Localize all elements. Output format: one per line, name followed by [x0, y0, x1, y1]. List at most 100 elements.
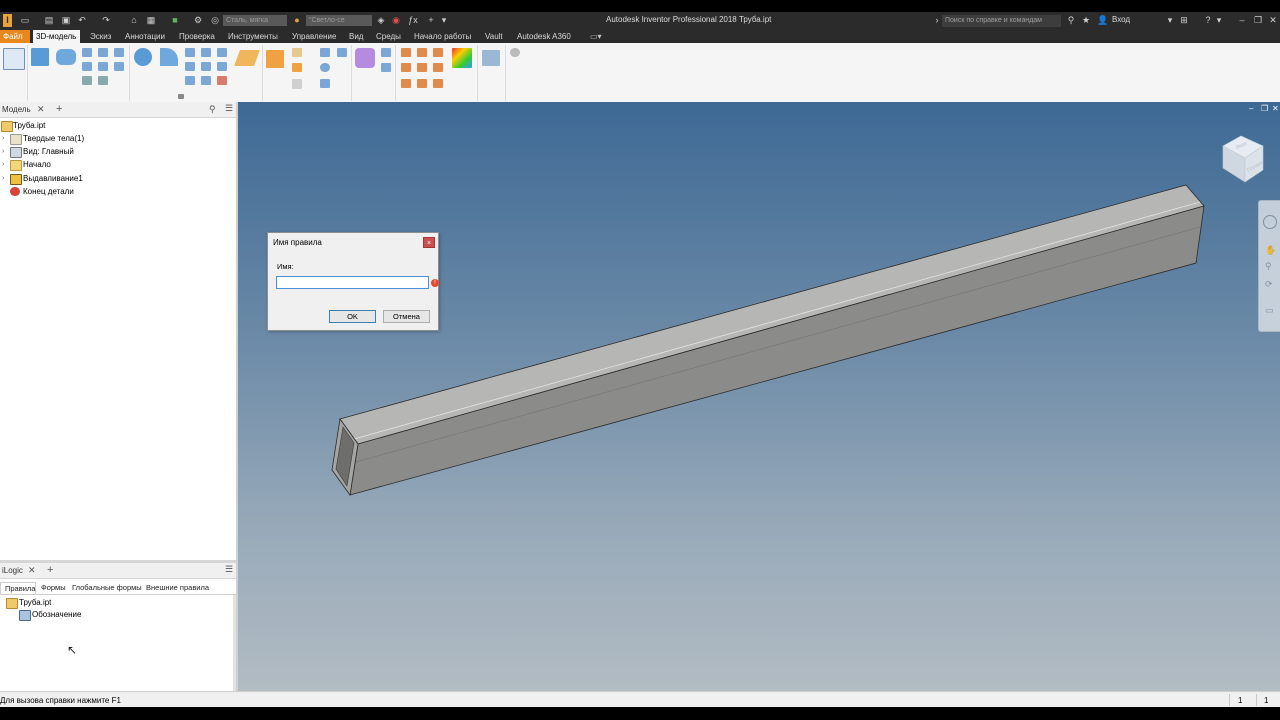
tab-view[interactable]: Вид [349, 31, 363, 42]
rule-name-input[interactable] [276, 276, 429, 289]
tree-item-end-of-part[interactable]: Конец детали [0, 185, 236, 198]
expand-icon[interactable]: › [2, 145, 4, 158]
tree-item-origin[interactable]: › Начало [0, 158, 236, 171]
ucs-icon[interactable] [292, 79, 302, 89]
clear-override-icon[interactable]: ◈ [376, 16, 386, 25]
undo-icon[interactable]: ↶ [77, 16, 87, 25]
expand-search-icon[interactable]: › [932, 16, 942, 25]
customize-icon[interactable]: ▾ [439, 16, 449, 25]
help-search-input[interactable]: Поиск по справке и командам [942, 15, 1061, 27]
tab-environments[interactable]: Среды [376, 31, 401, 42]
sign-in-link[interactable]: Вход [1112, 15, 1130, 24]
rib-icon[interactable] [114, 62, 124, 71]
sign-in-dropdown-icon[interactable]: ▾ [1165, 16, 1175, 25]
orbit-icon[interactable]: ⟳ [1265, 279, 1273, 290]
plastic-snap-icon[interactable] [401, 63, 411, 72]
adjust-icon[interactable]: ◉ [391, 16, 401, 25]
sketch-pattern-icon[interactable] [320, 79, 330, 88]
tree-item-extrusion[interactable]: › Выдавливание1 [0, 172, 236, 185]
viewport-minimize-icon[interactable]: – [1249, 104, 1253, 113]
appearance-combo[interactable]: "Светло-се [306, 15, 372, 26]
subtab-global-forms[interactable]: Глобальные формы [72, 582, 142, 594]
tab-a360[interactable]: Autodesk A360 [517, 31, 571, 42]
shell-icon[interactable] [201, 48, 211, 57]
tab-inspect[interactable]: Проверка [179, 31, 215, 42]
import-icon[interactable] [98, 76, 108, 85]
fillet-icon[interactable] [160, 48, 178, 66]
home-icon[interactable]: ⌂ [129, 16, 139, 25]
open-file-icon[interactable]: ▤ [44, 16, 54, 25]
tab-annotate[interactable]: Аннотации [125, 31, 165, 42]
tree-item-solid-bodies[interactable]: › Твердые тела(1) [0, 132, 236, 145]
add-ilogic-tab-icon[interactable]: + [47, 564, 53, 576]
look-at-icon[interactable]: ▭ [1265, 305, 1274, 316]
extrude-icon[interactable] [31, 48, 49, 66]
emboss-icon[interactable] [82, 62, 92, 71]
chamfer-icon[interactable] [185, 48, 195, 57]
tab-get-started[interactable]: Начало работы [414, 31, 471, 42]
tab-3d-model[interactable]: 3D-модель [33, 30, 80, 43]
axis-icon[interactable] [292, 48, 302, 57]
restore-icon[interactable]: ❐ [1253, 16, 1263, 25]
subtab-external-rules[interactable]: Внешние правила [146, 582, 209, 594]
tree-item-part[interactable]: Труба.ipt [0, 119, 236, 132]
minimize-icon[interactable]: – [1237, 16, 1247, 25]
cart-icon[interactable]: ⊞ [1179, 16, 1189, 25]
add-icon[interactable]: + [426, 16, 436, 25]
expand-icon[interactable]: › [2, 132, 4, 145]
plane-icon[interactable] [266, 50, 284, 68]
ribbon-display-toggle-icon[interactable]: ▭▾ [590, 31, 606, 42]
rectangular-pattern-icon[interactable] [320, 48, 330, 57]
derive-icon[interactable] [98, 62, 108, 71]
draft-icon[interactable] [217, 48, 227, 57]
sweep-icon[interactable] [82, 48, 92, 57]
simulation-icon[interactable] [452, 48, 472, 68]
thread-icon[interactable] [185, 62, 195, 71]
material-combo[interactable]: Сталь, мягка [223, 15, 287, 26]
dialog-close-button[interactable]: × [423, 237, 435, 248]
tree-item-view[interactable]: › Вид: Главный [0, 145, 236, 158]
surface-stitch-icon[interactable] [381, 63, 391, 72]
update-icon[interactable]: ■ [170, 16, 180, 25]
redo-icon[interactable]: ↷ [101, 16, 111, 25]
mirror-icon[interactable] [337, 48, 347, 57]
tab-manage[interactable]: Управление [292, 31, 336, 42]
pan-icon[interactable]: ✋ [1265, 245, 1276, 256]
direct-edit-icon[interactable] [185, 76, 195, 85]
parameters-icon[interactable]: ƒx [408, 16, 418, 25]
new-file-icon[interactable]: ▭ [20, 16, 30, 25]
point-icon[interactable] [292, 63, 302, 72]
viewport-close-icon[interactable]: ✕ [1272, 104, 1279, 113]
loft-icon[interactable] [98, 48, 108, 57]
ilogic-tab-close-icon[interactable]: ✕ [28, 565, 36, 576]
measure-icon[interactable]: ◎ [210, 16, 220, 25]
steering-wheel-icon[interactable] [1263, 215, 1277, 229]
plastic-grill-icon[interactable] [401, 48, 411, 57]
freeform-box-icon[interactable] [355, 48, 375, 68]
user-icon[interactable]: 👤 [1097, 16, 1108, 25]
convert-sheet-metal-icon[interactable] [482, 50, 500, 66]
tab-sketch[interactable]: Эскиз [90, 31, 111, 42]
thicken-icon[interactable] [201, 76, 211, 85]
zoom-icon[interactable]: ⚲ [1265, 261, 1272, 272]
favorites-icon[interactable]: ★ [1081, 16, 1091, 25]
decal-icon[interactable] [82, 76, 92, 85]
surface-patch-icon[interactable] [381, 48, 391, 57]
app-logo[interactable]: I [3, 14, 12, 27]
close-icon[interactable]: ✕ [1268, 16, 1278, 25]
expand-icon[interactable]: › [2, 158, 4, 171]
browser-menu-icon[interactable]: ☰ [225, 103, 233, 114]
ilogic-tab[interactable]: iLogic [2, 566, 23, 575]
add-browser-tab-icon[interactable]: + [56, 103, 62, 115]
expand-icon[interactable]: › [2, 172, 4, 185]
ilogic-menu-icon[interactable]: ☰ [225, 564, 233, 575]
split-icon[interactable] [201, 62, 211, 71]
hole-icon[interactable] [134, 48, 152, 66]
combine-icon[interactable] [217, 62, 227, 71]
settings-icon[interactable]: ⚙ [193, 16, 203, 25]
panel-expand-icon[interactable] [178, 94, 184, 99]
file-menu[interactable]: Файл [0, 30, 30, 43]
harness-icon[interactable] [417, 79, 427, 88]
cancel-button[interactable]: Отмена [383, 310, 430, 323]
ok-button[interactable]: OK [329, 310, 376, 323]
